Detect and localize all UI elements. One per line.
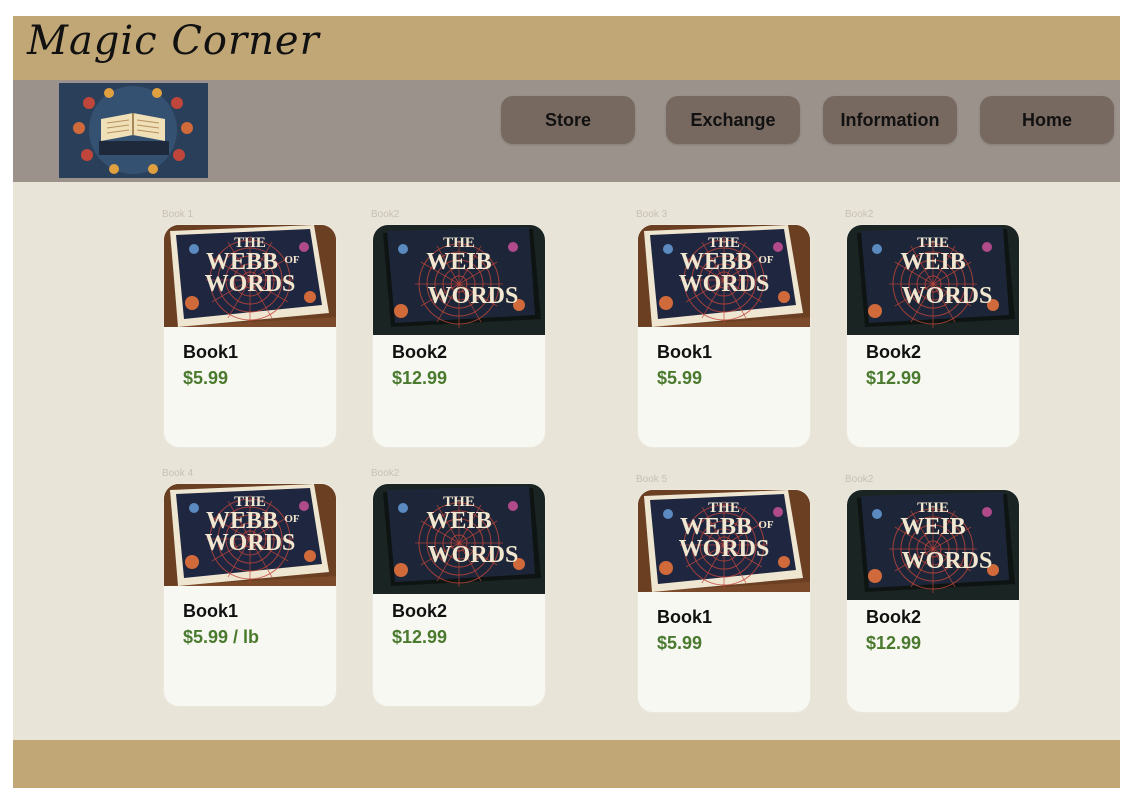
card-label: Book 5: [636, 474, 668, 485]
product-card[interactable]: THE WEIB WORDS Book2 $12.99: [847, 225, 1019, 447]
book-cover-image: THEWEBB OFWORDS: [164, 225, 336, 327]
product-name: Book2: [392, 342, 448, 362]
card-label: Book 3: [636, 209, 668, 220]
book-cover-image: THEWEBB OFWORDS: [638, 490, 810, 592]
nav-home-label: Home: [1021, 109, 1072, 130]
book-cover-image: THEWEIBWORDS: [847, 225, 1019, 335]
card-label: Book2: [371, 209, 400, 220]
product-card[interactable]: THE WEBB OF WORDS Book1 $5.99 / lb: [164, 484, 336, 706]
product-card[interactable]: THE WEIB WORDS Book2 $12.99: [373, 484, 545, 706]
nav-information-button[interactable]: Information: [823, 96, 957, 144]
card-label: Book2: [845, 474, 874, 485]
svg-text:WORDS: WORDS: [205, 530, 296, 556]
footer-bar: [13, 740, 1120, 788]
svg-text:WORDS: WORDS: [428, 542, 519, 568]
product-price: $5.99: [657, 368, 703, 388]
product-card[interactable]: THE WEBB OF WORDS Book1 $5.99: [638, 225, 810, 447]
product-name: Book2: [866, 607, 922, 627]
nav-information-label: Information: [840, 109, 940, 130]
product-name: Book1: [657, 342, 713, 362]
product-name: Book1: [657, 607, 713, 627]
product-card[interactable]: THE WEBB OF WORDS Book1 $5.99: [638, 490, 810, 712]
nav-home-button[interactable]: Home: [980, 96, 1114, 144]
svg-text:WEIB: WEIB: [426, 508, 491, 534]
product-price: $12.99: [392, 368, 448, 388]
svg-text:OF: OF: [284, 254, 300, 266]
book-cover-image: THEWEBB OFWORDS: [638, 225, 810, 327]
nav-exchange-label: Exchange: [690, 109, 776, 130]
svg-text:OF: OF: [284, 513, 300, 525]
card-label: Book2: [371, 468, 400, 479]
svg-text:OF: OF: [758, 519, 774, 531]
nav-store-button[interactable]: Store: [501, 96, 635, 144]
product-price: $12.99: [866, 633, 922, 653]
product-price: $12.99: [866, 368, 922, 388]
logo-image: [59, 83, 208, 178]
svg-text:WORDS: WORDS: [902, 548, 993, 574]
product-card[interactable]: THE WEIB WORDS Book2 $12.99: [847, 490, 1019, 712]
brand-title: Magic Corner: [27, 18, 320, 64]
product-price: $5.99 / lb: [183, 627, 260, 647]
svg-text:WORDS: WORDS: [205, 271, 296, 297]
svg-text:WEIB: WEIB: [426, 249, 491, 275]
page-frame: Magic Corner Store Exchange Information …: [13, 16, 1120, 788]
svg-text:WORDS: WORDS: [902, 283, 993, 309]
nav-store-label: Store: [544, 109, 591, 130]
book-cover-image: THEWEBB OFWORDS: [164, 484, 336, 586]
header-bar: Magic Corner: [13, 16, 1120, 80]
nav-exchange-button[interactable]: Exchange: [666, 96, 800, 144]
book-cover-image: THEWEIBWORDS: [847, 490, 1019, 600]
svg-text:WEIB: WEIB: [900, 249, 965, 275]
product-name: Book1: [183, 342, 239, 362]
card-label: Book 1: [162, 209, 194, 220]
book-cover-image: THEWEIBWORDS: [373, 484, 545, 594]
product-card[interactable]: THE WEIB WORDS Book2 $12.99: [373, 225, 545, 447]
book-cover-image: THEWEIBWORDS: [373, 225, 545, 335]
product-price: $12.99: [392, 627, 448, 647]
product-name: Book1: [183, 601, 239, 621]
product-price: $5.99: [657, 633, 703, 653]
nav-bar: Store Exchange Information Home: [13, 80, 1120, 182]
product-name: Book2: [392, 601, 448, 621]
product-price: $5.99: [183, 368, 229, 388]
svg-text:WORDS: WORDS: [428, 283, 519, 309]
svg-text:WEIB: WEIB: [900, 514, 965, 540]
card-label: Book 4: [162, 468, 194, 479]
svg-text:OF: OF: [758, 254, 774, 266]
product-card[interactable]: THE WEBB OF WORDS Book1 $5.99: [164, 225, 336, 447]
card-label: Book2: [845, 209, 874, 220]
svg-text:WORDS: WORDS: [679, 271, 770, 297]
product-name: Book2: [866, 342, 922, 362]
svg-text:WORDS: WORDS: [679, 536, 770, 562]
